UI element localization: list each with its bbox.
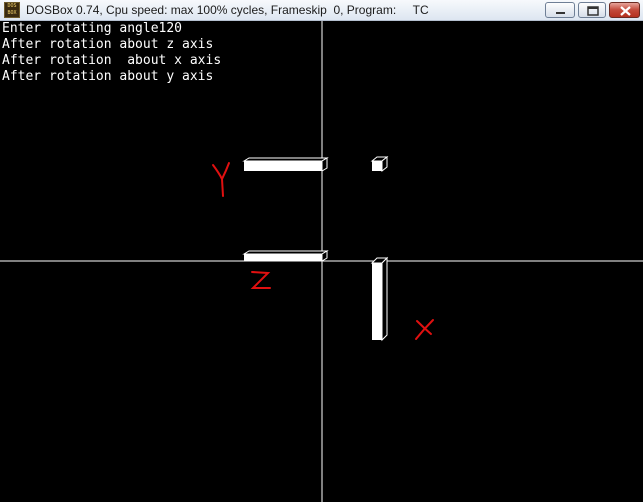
title-bar: DOS BOX DOSBox 0.74, Cpu speed: max 100%… (0, 0, 643, 21)
minimize-icon (556, 12, 565, 14)
dosbox-icon[interactable]: DOS BOX (4, 2, 20, 18)
annotation-x (415, 319, 434, 340)
bar-z-rotation (242, 250, 329, 262)
dos-screen[interactable]: Enter rotating angle120 After rotation a… (0, 21, 643, 502)
graphics-canvas (0, 21, 643, 502)
annotation-y (212, 162, 230, 197)
minimize-button[interactable] (545, 2, 575, 18)
bar-x-rotation (370, 256, 389, 342)
bar-y-rotation (242, 157, 329, 172)
maximize-icon (587, 6, 599, 16)
close-icon (620, 6, 631, 16)
cube-small (370, 155, 389, 173)
window-title: DOSBox 0.74, Cpu speed: max 100% cycles,… (26, 3, 429, 17)
close-button[interactable] (609, 2, 640, 18)
annotation-z (250, 271, 271, 289)
maximize-button[interactable] (578, 2, 606, 18)
